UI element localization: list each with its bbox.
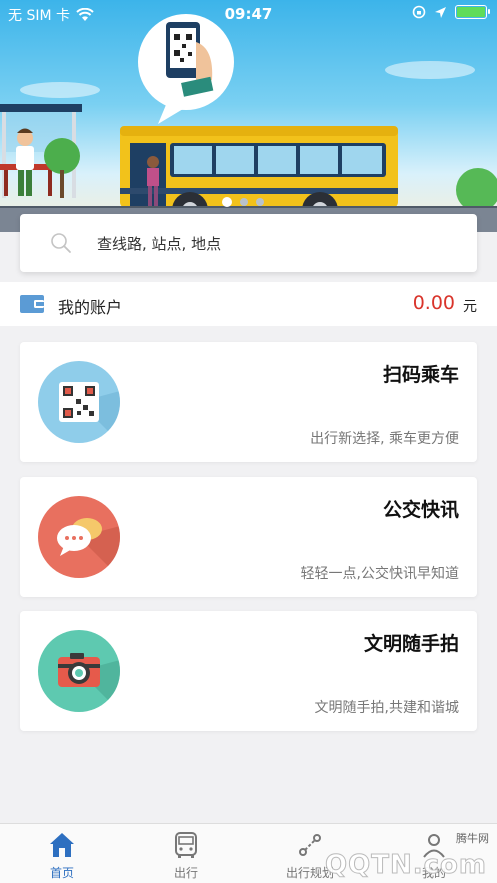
card-civic-photo[interactable]: 文明随手拍 文明随手拍,共建和谐城 (20, 611, 477, 731)
card-scan-ride[interactable]: 扫码乘车 出行新选择, 乘车更方便 (20, 342, 477, 462)
carousel-indicator (222, 197, 264, 207)
card-title: 文明随手拍 (363, 633, 459, 655)
wallet-icon (20, 295, 44, 313)
qr-code-icon (38, 361, 120, 443)
carousel-dot-3[interactable] (256, 198, 264, 206)
search-icon (51, 233, 71, 253)
card-description: 出行新选择, 乘车更方便 (310, 431, 459, 447)
search-placeholder: 查线路, 站点, 地点 (97, 235, 222, 253)
card-bus-news[interactable]: 公交快讯 轻轻一点,公交快讯早知道 (20, 477, 477, 597)
card-description: 轻轻一点,公交快讯早知道 (300, 566, 459, 582)
banner-carousel[interactable] (0, 0, 497, 232)
watermark: 腾牛网 QQTN.com (283, 828, 493, 883)
carousel-dot-2[interactable] (240, 198, 248, 206)
carousel-dot-1[interactable] (222, 197, 232, 207)
currency-unit: 元 (463, 299, 477, 315)
card-title: 公交快讯 (382, 499, 459, 521)
rotation-lock-icon (412, 5, 426, 19)
card-description: 文明随手拍,共建和谐城 (314, 700, 459, 716)
tab-home[interactable]: 首页 (22, 830, 102, 881)
account-balance: 0.00 (412, 292, 455, 314)
account-row[interactable]: 我的账户 0.00 元 (0, 282, 497, 326)
chat-bubble-icon (38, 496, 120, 578)
camera-icon (38, 630, 120, 712)
tab-travel[interactable]: 出行 (146, 830, 226, 881)
tab-label: 首页 (49, 866, 74, 880)
tab-label: 出行 (173, 866, 198, 880)
account-label: 我的账户 (58, 298, 123, 317)
card-title: 扫码乘车 (382, 364, 459, 386)
status-bar: 无 SIM 卡 09:47 (0, 0, 497, 28)
battery-icon (455, 5, 490, 19)
home-icon (50, 833, 74, 857)
bus-icon (175, 832, 197, 858)
watermark-logo-text: QQTN.com (325, 850, 487, 881)
location-arrow-icon (435, 6, 446, 18)
watermark-site-name: 腾牛网 (456, 832, 489, 845)
search-bar[interactable]: 查线路, 站点, 地点 (20, 214, 477, 272)
